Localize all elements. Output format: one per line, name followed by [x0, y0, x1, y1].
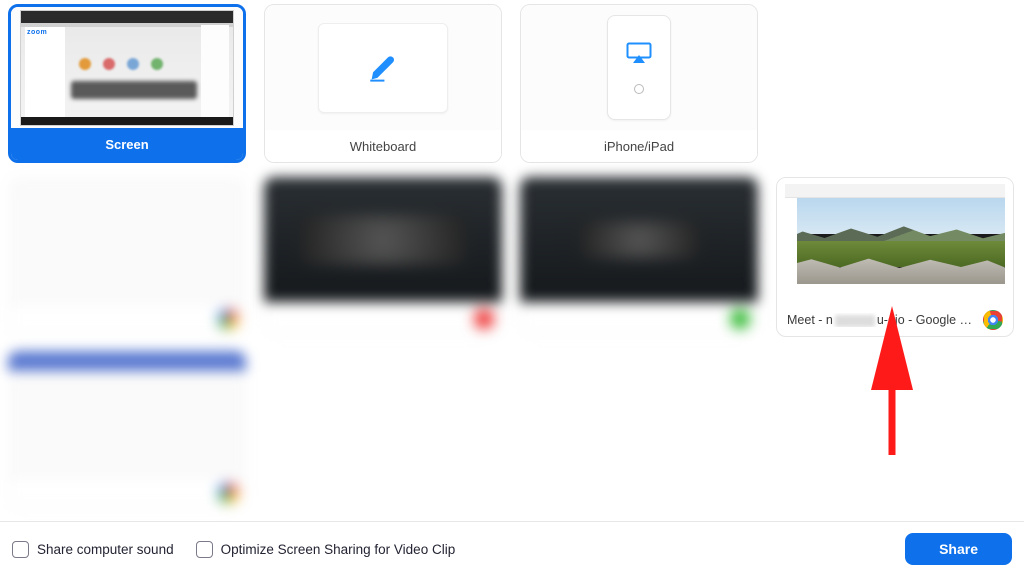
checkbox-box[interactable]	[196, 541, 213, 558]
source-label: iPhone/iPad	[521, 130, 757, 162]
source-tile-whiteboard[interactable]: Whiteboard	[264, 4, 502, 163]
source-tile-iphone-ipad[interactable]: iPhone/iPad	[520, 4, 758, 163]
source-tile-screen[interactable]: zoom Screen	[8, 4, 246, 163]
window-label: Meet - nu-gjo - Google C…	[787, 313, 977, 327]
pen-icon	[366, 51, 400, 85]
empty-cell	[776, 4, 1014, 163]
window-tile-blurred[interactable]	[8, 351, 246, 509]
window-tile-blurred[interactable]	[520, 177, 758, 335]
chrome-icon	[983, 310, 1003, 330]
window-tile-meet-chrome[interactable]: Meet - nu-gjo - Google C…	[776, 177, 1014, 337]
checkbox-share-sound[interactable]: Share computer sound	[12, 541, 174, 558]
app-icon	[218, 309, 238, 329]
app-icon	[474, 309, 494, 329]
checkbox-label: Optimize Screen Sharing for Video Clip	[221, 542, 456, 557]
window-tile-blurred[interactable]	[264, 177, 502, 335]
screen-thumbnail: zoom	[11, 7, 243, 128]
source-label: Screen	[11, 128, 243, 160]
window-tile-blurred[interactable]	[8, 177, 246, 335]
share-button[interactable]: Share	[905, 533, 1012, 565]
app-icon	[218, 483, 238, 503]
window-thumbnail	[777, 178, 1013, 304]
checkbox-optimize-video-clip[interactable]: Optimize Screen Sharing for Video Clip	[196, 541, 456, 558]
app-icon	[730, 309, 750, 329]
share-source-grid: zoom Screen Whiteboa	[0, 0, 1024, 509]
checkbox-box[interactable]	[12, 541, 29, 558]
source-label: Whiteboard	[265, 130, 501, 162]
whiteboard-thumbnail	[265, 5, 501, 130]
iphone-ipad-thumbnail	[521, 5, 757, 130]
footer-bar: Share computer sound Optimize Screen Sha…	[0, 521, 1024, 576]
checkbox-label: Share computer sound	[37, 542, 174, 557]
airplay-icon	[626, 42, 652, 64]
